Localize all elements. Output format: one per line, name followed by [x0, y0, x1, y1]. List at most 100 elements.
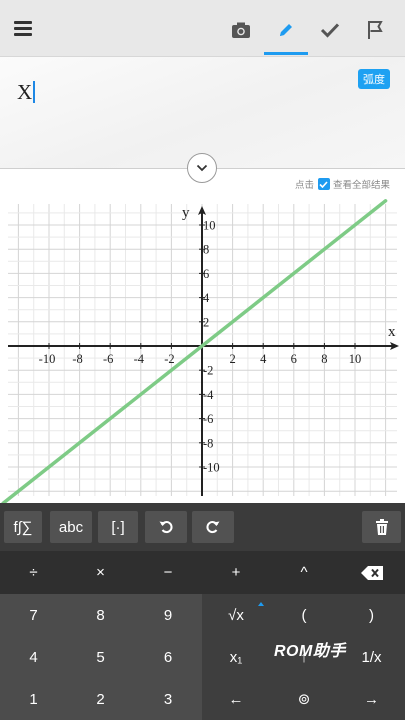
redo-icon — [206, 521, 220, 534]
menu-icon[interactable] — [14, 21, 32, 36]
digit-6-key[interactable]: 6 — [134, 636, 202, 678]
x-tick-label: -4 — [134, 352, 145, 366]
digit-4-key[interactable]: 4 — [0, 636, 67, 678]
x-tick-label: -6 — [103, 352, 113, 366]
multiply-key-label: × — [96, 564, 105, 581]
cursor-left-key[interactable]: ← — [202, 678, 270, 720]
open-paren-key-label: ( — [301, 606, 307, 624]
pencil-icon[interactable] — [269, 13, 303, 47]
x-tick-label: -8 — [72, 352, 82, 366]
minus-key[interactable]: − — [134, 551, 202, 594]
math-keyboard: ÷ × − + ^ 7 8 9 √x() 4 5 6 x₁ ↑ 1/x 1 2 3 ← ⊚ → — [0, 551, 405, 720]
y-tick-label: 10 — [203, 219, 216, 233]
subscript-key-label: x₁ — [229, 648, 243, 666]
digit-1-key[interactable]: 1 — [0, 678, 67, 720]
y-tick-label: 8 — [203, 243, 209, 257]
keyboard-toolbar: f∫∑ abc [·] — [0, 503, 405, 551]
subscript-key[interactable]: x₁ — [202, 636, 270, 678]
x-tick-label: 6 — [291, 352, 297, 366]
x-tick-label: -2 — [164, 352, 174, 366]
digit-2-key[interactable]: 2 — [67, 678, 134, 720]
digit-8-key[interactable]: 8 — [67, 594, 134, 636]
undo-button[interactable] — [145, 511, 187, 543]
backspace-key[interactable] — [338, 551, 405, 594]
camera-icon[interactable] — [224, 13, 258, 47]
settings-key-label: ⊚ — [297, 691, 311, 708]
plus-key[interactable]: + — [202, 551, 270, 594]
text-cursor — [33, 81, 35, 103]
y-axis-label: y — [182, 205, 190, 221]
show-all-label: 查看全部结果 — [332, 180, 390, 191]
y-tick-label: -2 — [203, 364, 213, 378]
minus-key-label: − — [163, 564, 173, 581]
reciprocal-key-label: 1/x — [361, 648, 382, 666]
redo-button[interactable] — [192, 511, 234, 543]
backspace-icon — [360, 565, 383, 580]
y-tick-label: -6 — [203, 412, 213, 426]
angle-mode-badge[interactable]: 弧度 — [358, 69, 390, 89]
digit-3-key[interactable]: 3 — [134, 678, 202, 720]
chevron-down-icon — [196, 164, 208, 172]
digit-9-key-label: 9 — [163, 606, 173, 624]
y-tick-label: 2 — [203, 315, 209, 329]
open-paren-key[interactable]: ( — [270, 594, 338, 636]
trash-icon — [375, 519, 388, 535]
active-tab-indicator — [264, 52, 308, 55]
top-app-bar — [0, 0, 405, 57]
y-tick-label: -4 — [203, 388, 214, 402]
close-paren-key[interactable]: ) — [338, 594, 405, 636]
x-tick-label: -10 — [39, 352, 56, 366]
check-icon[interactable] — [313, 13, 347, 47]
expression-field[interactable]: X — [17, 80, 35, 105]
x-tick-label: 8 — [321, 352, 327, 366]
sqrt-key-label: √x — [228, 606, 244, 624]
settings-key[interactable]: ⊚ — [270, 678, 338, 720]
function-line-y-equals-x — [1, 199, 388, 503]
multiply-key[interactable]: × — [67, 551, 134, 594]
alt-function-indicator — [258, 602, 264, 606]
digit-9-key[interactable]: 9 — [134, 594, 202, 636]
digit-8-key-label: 8 — [96, 606, 105, 624]
divide-key[interactable]: ÷ — [0, 551, 67, 594]
reciprocal-key[interactable]: 1/x — [338, 636, 405, 678]
digit-6-key-label: 6 — [163, 648, 173, 666]
show-all-checkbox[interactable] — [317, 178, 330, 190]
digit-5-key-label: 5 — [96, 648, 105, 666]
divide-key-label: ÷ — [29, 564, 38, 581]
click-label: 点击 — [294, 180, 314, 191]
undo-icon — [159, 521, 173, 534]
digit-7-key[interactable]: 7 — [0, 594, 67, 636]
letters-keyboard-button[interactable]: abc — [50, 511, 92, 543]
x-tick-label: 4 — [260, 352, 267, 366]
watermark-text: ROM助手 — [274, 643, 346, 660]
digit-4-key-label: 4 — [29, 648, 38, 666]
expression-text: X — [17, 80, 33, 104]
clear-button[interactable] — [362, 511, 401, 543]
x-tick-label: 10 — [349, 352, 362, 366]
y-tick-label: 6 — [203, 267, 209, 281]
y-tick-label: -10 — [203, 461, 220, 475]
matrix-keyboard-button[interactable]: [·] — [98, 511, 138, 543]
digit-5-key[interactable]: 5 — [67, 636, 134, 678]
digit-1-key-label: 1 — [29, 690, 38, 708]
expand-toggle-button[interactable] — [187, 153, 217, 183]
power-key-label: ^ — [300, 564, 308, 581]
x-tick-label: 2 — [229, 352, 235, 366]
x-axis-label: x — [388, 324, 396, 340]
y-tick-label: -8 — [203, 436, 213, 450]
power-key[interactable]: ^ — [270, 551, 338, 594]
function-graph[interactable]: x y -10 -8 -6 -4 -2 2 4 6 8 10 10 8 6 4 2 -2 -4 -6 -8 -10 — [0, 196, 405, 503]
sqrt-key[interactable]: √x — [202, 594, 270, 636]
y-tick-label: 4 — [203, 291, 210, 305]
cursor-right-key-label: → — [364, 690, 379, 708]
flag-icon[interactable] — [358, 13, 392, 47]
show-all-results-option[interactable]: 点击 查看全部结果 — [295, 177, 390, 191]
plus-key-label: + — [231, 564, 241, 581]
close-paren-key-label: ) — [369, 606, 374, 624]
cursor-right-key[interactable]: → — [338, 678, 405, 720]
digit-2-key-label: 2 — [96, 690, 105, 708]
digit-3-key-label: 3 — [163, 690, 173, 708]
function-keyboard-button[interactable]: f∫∑ — [4, 511, 42, 543]
cursor-left-key-label: ← — [228, 690, 244, 708]
digit-7-key-label: 7 — [29, 606, 38, 624]
